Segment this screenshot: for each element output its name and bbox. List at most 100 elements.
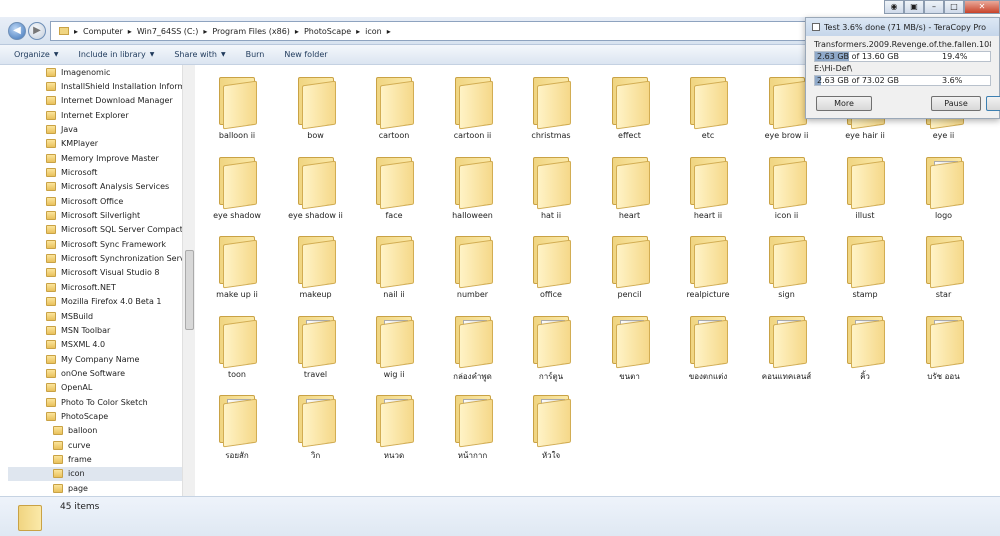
include-in-library-button[interactable]: Include in library ▼ (78, 50, 154, 59)
nav-item[interactable]: PhotoScape (8, 409, 194, 423)
folder-item[interactable]: sign (750, 226, 824, 304)
nav-item[interactable]: page (8, 481, 194, 495)
nav-item[interactable]: MSXML 4.0 (8, 338, 194, 352)
folder-item[interactable]: make up ii (200, 226, 274, 304)
back-button[interactable]: ◀ (8, 22, 26, 40)
nav-item[interactable]: MSN Toolbar (8, 323, 194, 337)
nav-item[interactable]: Internet Download Manager (8, 94, 194, 108)
folder-item[interactable]: toon (200, 306, 274, 384)
teracopy-titlebar[interactable]: Test 3.6% done (71 MB/s) - TeraCopy Pro (806, 18, 999, 36)
nav-item[interactable]: Photo To Color Sketch (8, 395, 194, 409)
folder-item[interactable]: pencil (593, 226, 667, 304)
nav-item[interactable]: frame (8, 452, 194, 466)
folder-item[interactable]: makeup (279, 226, 353, 304)
nav-item[interactable]: icon (8, 466, 194, 481)
breadcrumb-item[interactable]: PhotoScape (304, 27, 351, 36)
folder-item[interactable]: cartoon (357, 67, 431, 145)
scrollbar-thumb[interactable] (185, 250, 194, 330)
folder-item[interactable]: etc (671, 67, 745, 145)
nav-item[interactable]: Microsoft Synchronization Service (8, 251, 194, 265)
folder-item[interactable]: halloween (436, 147, 510, 225)
folder-item[interactable]: การ์ตูน (514, 306, 588, 384)
folder-item[interactable]: คอนแทคเลนส์ (750, 306, 824, 384)
folder-item[interactable]: eye shadow (200, 147, 274, 225)
folder-item[interactable]: กล่องคำพูด (436, 306, 510, 384)
nav-item[interactable]: Microsoft SQL Server Compact Ed (8, 223, 194, 237)
folder-item[interactable]: หัวใจ (514, 385, 588, 463)
folder-item[interactable]: office (514, 226, 588, 304)
burn-button[interactable]: Burn (246, 50, 265, 59)
folder-item[interactable]: travel (279, 306, 353, 384)
pause-button[interactable]: Pause (931, 96, 981, 111)
breadcrumb-item[interactable]: Win7_64SS (C:) (137, 27, 199, 36)
folder-item[interactable]: number (436, 226, 510, 304)
nav-item[interactable]: Microsoft Sync Framework (8, 237, 194, 251)
new-folder-button[interactable]: New folder (284, 50, 327, 59)
forward-button[interactable]: ▶ (28, 22, 46, 40)
folder-icon (606, 310, 654, 368)
nav-item[interactable]: Internet Explorer (8, 108, 194, 122)
nav-item[interactable]: onOne Software (8, 366, 194, 380)
folder-item[interactable]: effect (593, 67, 667, 145)
folder-item[interactable]: balloon ii (200, 67, 274, 145)
folder-item[interactable]: stamp (828, 226, 902, 304)
folder-item[interactable]: วิก (279, 385, 353, 463)
nav-item[interactable]: curve (8, 438, 194, 452)
window-button[interactable]: ◉ (884, 0, 904, 14)
folder-item[interactable]: hat ii (514, 147, 588, 225)
breadcrumb-item[interactable]: Computer (83, 27, 123, 36)
nav-item[interactable]: balloon (8, 424, 194, 438)
folder-item[interactable]: cartoon ii (436, 67, 510, 145)
nav-item[interactable]: Mozilla Firefox 4.0 Beta 1 (8, 295, 194, 309)
folder-icon (46, 268, 56, 278)
close-button[interactable]: ✕ (964, 0, 1000, 14)
nav-item[interactable]: KMPlayer (8, 137, 194, 151)
nav-item[interactable]: Microsoft Office (8, 194, 194, 208)
breadcrumb-item[interactable]: Program Files (x86) (212, 27, 290, 36)
folder-item[interactable]: ของตกแต่ง (671, 306, 745, 384)
organize-button[interactable]: Organize ▼ (14, 50, 58, 59)
share-with-button[interactable]: Share with ▼ (174, 50, 225, 59)
window-button[interactable]: ▣ (904, 0, 924, 14)
folder-item[interactable]: illust (828, 147, 902, 225)
folder-item[interactable]: บรัช ออน (907, 306, 981, 384)
nav-item[interactable]: Microsoft (8, 165, 194, 179)
folder-item[interactable]: logo (907, 147, 981, 225)
folder-item[interactable]: รอยสัก (200, 385, 274, 463)
nav-item[interactable]: Microsoft Silverlight (8, 208, 194, 222)
nav-item[interactable]: Java (8, 122, 194, 136)
address-bar[interactable]: ▸ Computer ▸ Win7_64SS (C:) ▸ Program Fi… (50, 21, 810, 41)
nav-item[interactable]: Memory Improve Master (8, 151, 194, 165)
folder-item[interactable]: heart (593, 147, 667, 225)
folder-item[interactable]: heart ii (671, 147, 745, 225)
folder-item[interactable]: nail ii (357, 226, 431, 304)
folder-item[interactable]: face (357, 147, 431, 225)
nav-item[interactable]: Microsoft Visual Studio 8 (8, 266, 194, 280)
maximize-button[interactable]: □ (944, 0, 964, 14)
nav-item-label: PhotoScape (61, 411, 109, 421)
minimize-button[interactable]: – (924, 0, 944, 14)
folder-item[interactable]: realpicture (671, 226, 745, 304)
folder-item[interactable]: ขนตา (593, 306, 667, 384)
nav-item[interactable]: OpenAL (8, 381, 194, 395)
more-button[interactable]: More (816, 96, 872, 111)
nav-item[interactable]: InstallShield Installation Informati (8, 79, 194, 93)
folder-item[interactable]: eye shadow ii (279, 147, 353, 225)
nav-item[interactable]: MSBuild (8, 309, 194, 323)
nav-item[interactable]: My Company Name (8, 352, 194, 366)
folder-item[interactable]: wig ii (357, 306, 431, 384)
folder-item[interactable]: star (907, 226, 981, 304)
folder-label: cartoon ii (453, 131, 492, 140)
nav-scrollbar[interactable] (182, 65, 195, 496)
folder-item[interactable]: icon ii (750, 147, 824, 225)
folder-item[interactable]: หนวด (357, 385, 431, 463)
folder-item[interactable]: คิ้ว (828, 306, 902, 384)
folder-item[interactable]: หน้ากาก (436, 385, 510, 463)
nav-item[interactable]: Microsoft.NET (8, 280, 194, 294)
nav-item[interactable]: Microsoft Analysis Services (8, 180, 194, 194)
breadcrumb-item[interactable]: icon (365, 27, 382, 36)
folder-item[interactable]: bow (279, 67, 353, 145)
cancel-button[interactable] (986, 96, 1000, 111)
folder-item[interactable]: christmas (514, 67, 588, 145)
nav-item[interactable]: Imagenomic (8, 65, 194, 79)
